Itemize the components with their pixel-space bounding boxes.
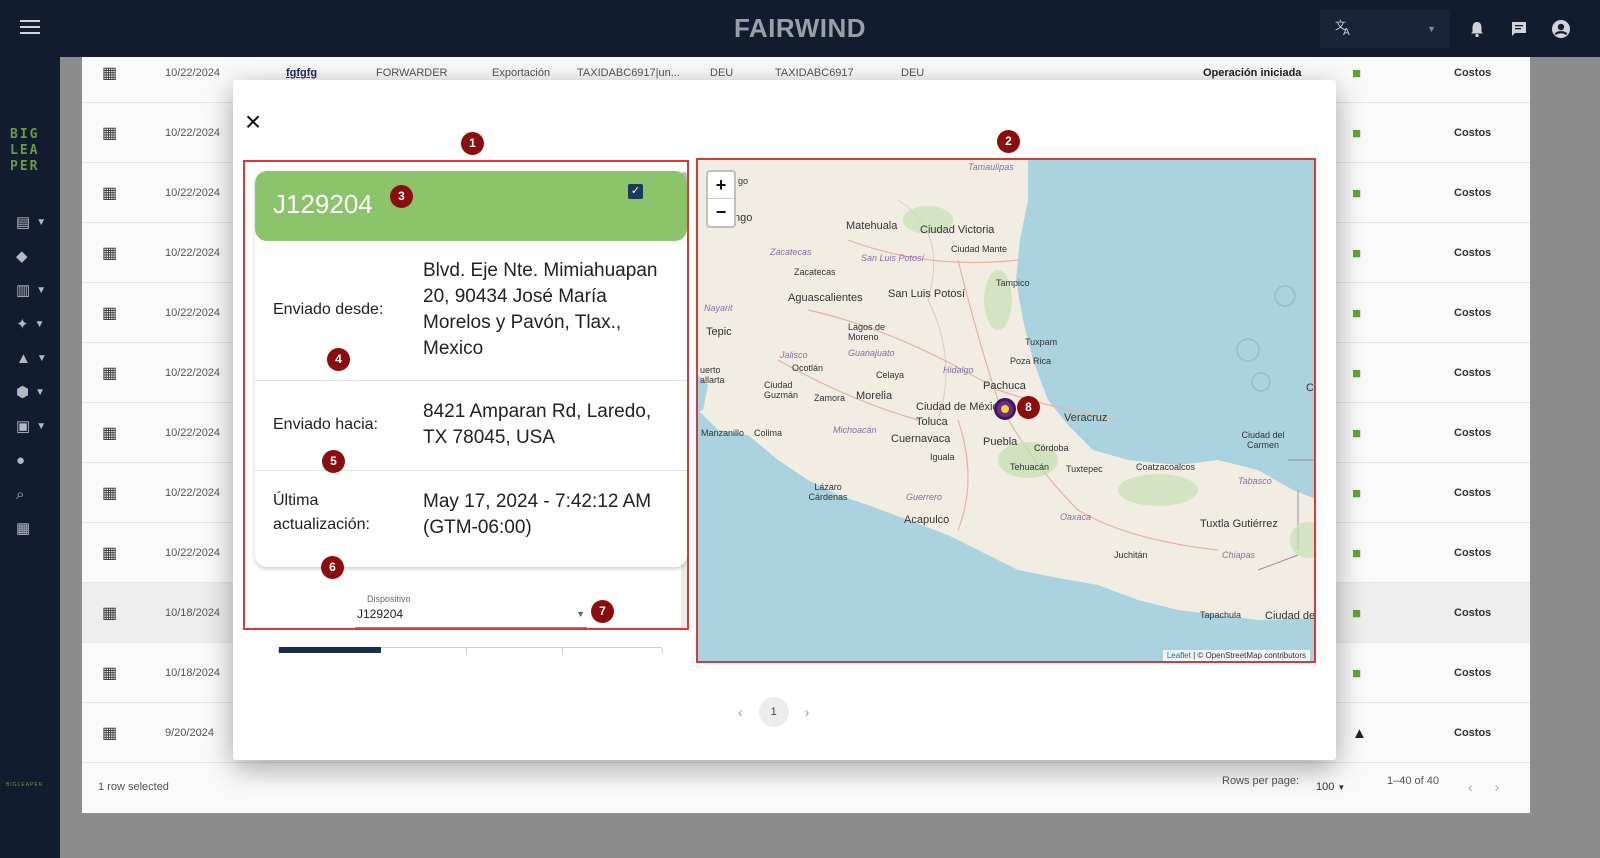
map-label: Coatzacoalcos [1136, 462, 1196, 472]
map-label: Pachuca [983, 380, 1026, 392]
map-label: Tamaulipas [968, 162, 1014, 172]
device-select[interactable]: Dispositivo J129204 ▼ [355, 592, 587, 628]
device-checkbox[interactable]: ✓ [628, 184, 643, 199]
map-label: Zamora [814, 393, 846, 403]
map-label: uerto allarta [700, 365, 725, 385]
map-label: Aguascalientes [788, 292, 863, 304]
map-label: Celaya [876, 370, 905, 380]
device-card: J129204 ✓ Enviado desde: Blvd. Eje Nte. … [255, 171, 687, 567]
map-label: San Luis Potosí [861, 253, 925, 263]
device-select-value: J129204 [357, 607, 404, 621]
sent-from-label: Enviado desde: [273, 301, 384, 318]
zoom-in-button[interactable]: + [708, 172, 734, 199]
map-label: Ciudad Mante [951, 244, 1008, 254]
map-label: Tuxtla Gutiérrez [1200, 518, 1278, 530]
device-header: J129204 ✓ [255, 171, 687, 241]
annotation-badge: 6 [321, 556, 344, 579]
map-label: Acapulco [904, 514, 950, 526]
leaflet-link[interactable]: Leaflet [1167, 651, 1191, 660]
map-label: Manzanillo [701, 428, 745, 438]
map-label: Oaxaca [1060, 512, 1092, 522]
current-page[interactable]: 1 [758, 697, 789, 727]
map-label: Tabasco [1238, 476, 1272, 486]
chevron-down-icon: ▼ [576, 609, 585, 619]
sent-to-value: 8421 Amparan Rd, Laredo, TX 78045, USA [423, 401, 652, 448]
map-label: Tehuacán [1010, 462, 1050, 472]
map-label: Zacatecas [770, 247, 812, 257]
map-label: Tepic [706, 326, 732, 338]
last-update-label: Última actualización: [273, 492, 370, 533]
zoom-control: + − [706, 170, 736, 228]
map-label: Toluca [916, 416, 948, 428]
map-label: Lázaro Cárdenas [808, 482, 848, 502]
map-label: Ciudad del Carmen [1241, 430, 1285, 450]
annotation-badge: 7 [591, 600, 614, 623]
last-update-row: Última actualización: May 17, 2024 - 7:4… [255, 471, 687, 567]
map-label: Colima [754, 428, 783, 438]
next-page-icon[interactable]: › [805, 704, 810, 720]
map-label: Zacatecas [794, 267, 836, 277]
map-panel[interactable]: Tamaulipas Matehuala Ciudad Victoria Ciu… [696, 158, 1316, 663]
device-info-panel: J129204 ✓ Enviado desde: Blvd. Eje Nte. … [243, 160, 689, 630]
map-label: Matehuala [846, 220, 898, 232]
map-label: Guanajuato [848, 348, 895, 358]
tracking-modal: × 1 2 J129204 ✓ Enviado desde: Blvd. Eje… [233, 80, 1336, 760]
map-label: Tapachula [1200, 610, 1242, 620]
map-label: Chiapas [1222, 550, 1256, 560]
sent-from-row: Enviado desde: Blvd. Eje Nte. Mimiahuapa… [255, 241, 687, 381]
map-label: Ciudad de México [916, 401, 1005, 413]
device-select-label: Dispositivo [367, 594, 411, 604]
map-label: Veracruz [1064, 412, 1108, 424]
sent-to-row: Enviado hacia: 8421 Amparan Rd, Laredo, … [255, 381, 687, 471]
tab-active[interactable] [279, 647, 381, 653]
map-label: Morelia [856, 390, 893, 402]
map-label: Ciudad Victoria [920, 224, 995, 236]
osm-attribution[interactable]: © OpenStreetMap contributors [1197, 651, 1306, 660]
map-label: Hidalgo [943, 365, 974, 375]
annotation-badge: 5 [322, 450, 345, 473]
map-label: Tuxtepec [1066, 464, 1103, 474]
map-label: Car [1306, 382, 1314, 394]
map-label: Tampico [996, 278, 1030, 288]
zoom-out-button[interactable]: − [708, 199, 734, 226]
sent-from-value: Blvd. Eje Nte. Mimiahuapan 20, 90434 Jos… [423, 260, 658, 359]
map-label: Ciudad Guzmán [764, 380, 799, 400]
annotation-badge: 8 [1017, 396, 1040, 419]
map-label: Juchitán [1114, 550, 1148, 560]
prev-page-icon[interactable]: ‹ [738, 704, 743, 720]
map-label: go [738, 176, 749, 186]
last-update-value: May 17, 2024 - 7:42:12 AM (GTM-06:00) [423, 491, 652, 538]
map-label: Jalisco [780, 350, 808, 360]
map-label: Córdoba [1034, 443, 1069, 453]
annotation-badge: 2 [997, 130, 1020, 153]
map-label: Iguala [930, 452, 955, 462]
annotation-badge: 3 [390, 185, 413, 208]
map-label: Cuernavaca [891, 433, 951, 445]
map-label: Puebla [983, 436, 1018, 448]
tabs-strip[interactable] [278, 647, 663, 654]
map-label: ngo [734, 212, 753, 224]
map-label: Lagos de Moreno [848, 322, 886, 342]
map-label: Ocotlán [792, 363, 824, 373]
sent-to-label: Enviado hacia: [273, 416, 378, 433]
map-attribution: Leaflet | © OpenStreetMap contributors [1162, 650, 1310, 661]
map-label: Ciudad de [1265, 610, 1316, 622]
map-label: San Luis Potosí [888, 288, 966, 300]
map-label: Michoacán [833, 425, 877, 435]
map-label: Guerrero [906, 492, 943, 502]
device-id: J129204 [273, 189, 373, 219]
map-label: Poza Rica [1010, 356, 1052, 366]
map-label: Tuxpam [1025, 337, 1058, 347]
annotation-badge: 4 [327, 348, 350, 371]
annotation-badge: 1 [461, 132, 484, 155]
device-location-marker[interactable] [994, 398, 1016, 420]
map-label: Nayarit [704, 303, 733, 313]
modal-pagination: ‹ 1 › [738, 697, 809, 727]
close-icon[interactable]: × [241, 108, 265, 136]
